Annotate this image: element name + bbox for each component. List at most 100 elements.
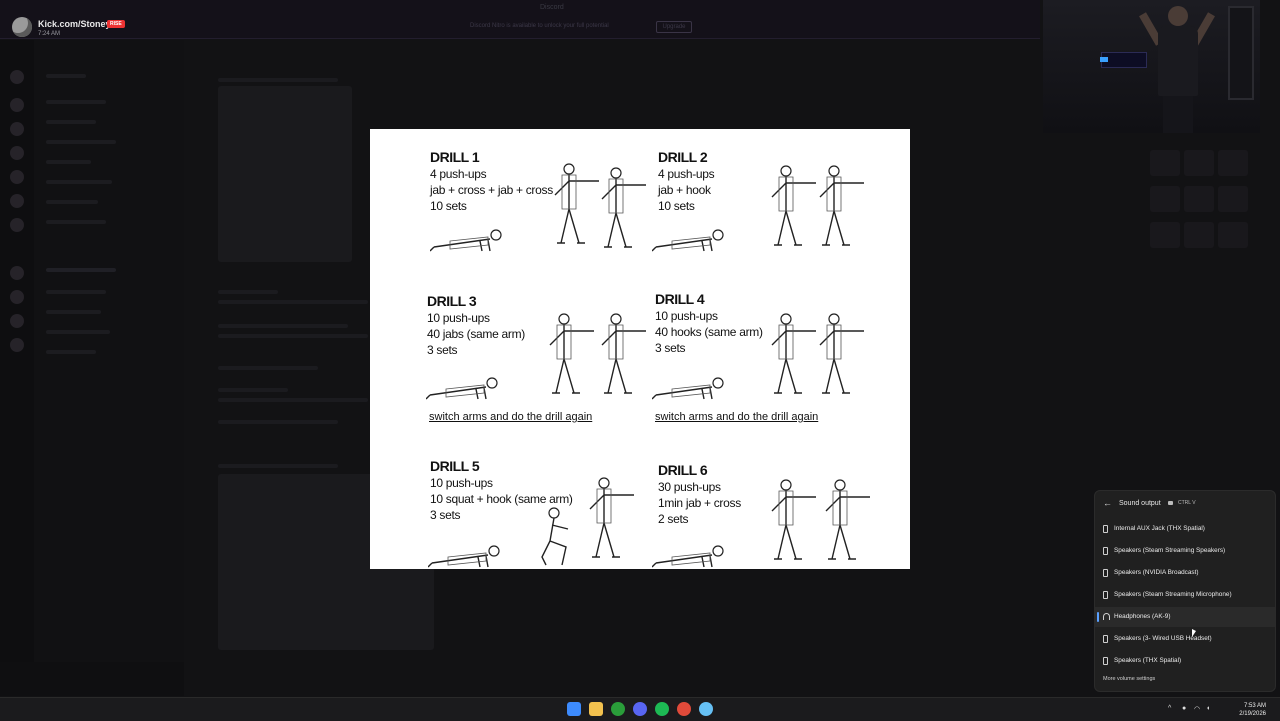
server-icon[interactable] xyxy=(10,314,24,328)
pushup-figure xyxy=(430,229,502,252)
boxer-figure xyxy=(601,313,647,394)
chat-message-line xyxy=(218,300,368,304)
drill-note: switch arms and do the drill again xyxy=(655,411,819,423)
speaker-icon xyxy=(1103,569,1108,577)
panel-tile[interactable] xyxy=(1218,222,1248,248)
chat-message-line xyxy=(218,464,338,468)
boxer-figure xyxy=(825,479,871,560)
live-badge: RISE xyxy=(107,20,125,28)
channel-item[interactable] xyxy=(46,140,116,144)
audio-device-item[interactable]: Speakers (THX Spatial) xyxy=(1095,651,1275,671)
panel-tile[interactable] xyxy=(1150,150,1180,176)
panel-tile[interactable] xyxy=(1150,186,1180,212)
panel-tile[interactable] xyxy=(1184,222,1214,248)
discord-icon[interactable] xyxy=(633,702,647,716)
server-icon[interactable] xyxy=(10,266,24,280)
drill-line: 10 push-ups xyxy=(655,309,718,323)
panel-tile[interactable] xyxy=(1184,150,1214,176)
chrome-icon[interactable] xyxy=(677,702,691,716)
nitro-banner-button[interactable]: Upgrade xyxy=(656,21,692,33)
topbar-app-title: Discord xyxy=(540,4,564,11)
channel-item[interactable] xyxy=(46,180,112,184)
server-icon[interactable] xyxy=(10,194,24,208)
panel-tile[interactable] xyxy=(1150,222,1180,248)
channel-item[interactable] xyxy=(46,200,98,204)
channel-item[interactable] xyxy=(46,310,101,314)
system-tray: ^ ● ◠ ◖ 7:53 AM 2/19/2026 xyxy=(1164,701,1274,719)
channel-item[interactable] xyxy=(46,330,110,334)
channel-item[interactable] xyxy=(46,120,96,124)
clock-date[interactable]: 2/19/2026 xyxy=(1239,711,1266,717)
steam-icon[interactable] xyxy=(699,702,713,716)
drill-card-6: DRILL 6 30 push-ups 1min jab + cross 2 s… xyxy=(658,462,741,527)
server-icon[interactable] xyxy=(10,122,24,136)
server-icon[interactable] xyxy=(10,98,24,112)
file-explorer-icon[interactable] xyxy=(589,702,603,716)
channel-item[interactable] xyxy=(46,160,91,164)
sound-output-flyout: ← Sound output CTRL V Internal AUX Jack … xyxy=(1094,490,1276,692)
server-icon[interactable] xyxy=(10,170,24,184)
panel-tile[interactable] xyxy=(1218,186,1248,212)
channel-item[interactable] xyxy=(46,100,106,104)
audio-device-item[interactable]: Internal AUX Jack (THX Spatial) xyxy=(1095,519,1275,539)
back-arrow-icon[interactable]: ← xyxy=(1103,498,1112,508)
webcam-person-legs xyxy=(1163,96,1193,133)
panel-tile[interactable] xyxy=(1184,186,1214,212)
drill-card-3: DRILL 3 10 push-ups 40 jabs (same arm) 3… xyxy=(427,293,525,358)
chat-image-attachment[interactable] xyxy=(218,86,352,262)
more-volume-settings-link[interactable]: More volume settings xyxy=(1103,676,1155,682)
boxer-figure xyxy=(589,477,635,558)
drill-line: 10 push-ups xyxy=(427,311,490,325)
drill-title: DRILL 1 xyxy=(430,149,480,165)
keyboard-shortcut: CTRL V xyxy=(1178,500,1196,506)
server-icon[interactable] xyxy=(10,218,24,232)
panel-tile[interactable] xyxy=(1218,150,1248,176)
wifi-icon[interactable]: ◠ xyxy=(1194,705,1200,713)
monitor-icon xyxy=(1168,501,1173,505)
audio-device-item[interactable]: Speakers (3- Wired USB Headset) xyxy=(1095,629,1275,649)
xbox-icon[interactable] xyxy=(611,702,625,716)
stream-title: Kick.com/Stoney... xyxy=(38,19,118,29)
drill-title: DRILL 4 xyxy=(655,291,705,307)
spotify-icon[interactable] xyxy=(655,702,669,716)
user-panel xyxy=(0,662,184,696)
server-icon[interactable] xyxy=(10,70,24,84)
drill-line: 40 jabs (same arm) xyxy=(427,327,525,341)
audio-device-label: Internal AUX Jack (THX Spatial) xyxy=(1114,525,1205,532)
drill-title: DRILL 5 xyxy=(430,458,480,474)
drill-line: 10 push-ups xyxy=(430,476,493,490)
show-hidden-icons-chevron-icon[interactable]: ^ xyxy=(1168,705,1171,712)
channel-item[interactable] xyxy=(46,220,106,224)
boxer-figure xyxy=(771,479,817,560)
windows-start-icon[interactable] xyxy=(567,702,581,716)
drill-title: DRILL 6 xyxy=(658,462,708,478)
volume-icon[interactable]: ◖ xyxy=(1206,705,1210,712)
webcam-person-head xyxy=(1168,6,1188,26)
channel-item[interactable] xyxy=(46,350,96,354)
speaker-icon xyxy=(1103,547,1108,555)
chat-message-line xyxy=(218,324,348,328)
clock-time[interactable]: 7:53 AM xyxy=(1244,703,1266,709)
speaker-icon xyxy=(1103,525,1108,533)
image-viewer[interactable]: DRILL 1 4 push-ups jab + cross + jab + c… xyxy=(370,129,910,569)
channel-item-active[interactable] xyxy=(46,268,116,272)
webcam-monitor-glow xyxy=(1100,57,1108,62)
server-icon[interactable] xyxy=(10,146,24,160)
audio-device-item[interactable]: Speakers (Steam Streaming Microphone) xyxy=(1095,585,1275,605)
server-icon[interactable] xyxy=(10,290,24,304)
audio-device-item[interactable]: Speakers (NVIDIA Broadcast) xyxy=(1095,563,1275,583)
server-icon[interactable] xyxy=(10,338,24,352)
audio-device-item-selected[interactable]: Headphones (AK-9) xyxy=(1095,607,1275,627)
audio-device-label: Speakers (NVIDIA Broadcast) xyxy=(1114,569,1199,576)
channel-item[interactable] xyxy=(46,74,86,78)
microphone-icon[interactable]: ● xyxy=(1182,705,1186,712)
chat-message-line xyxy=(218,366,318,370)
speaker-icon xyxy=(1103,657,1108,665)
audio-device-item[interactable]: Speakers (Steam Streaming Speakers) xyxy=(1095,541,1275,561)
drill-line: 2 sets xyxy=(658,512,689,526)
drill-line: 10 sets xyxy=(430,199,467,213)
webcam-wall-frame xyxy=(1228,6,1254,100)
drill-line: jab + hook xyxy=(658,183,711,197)
channel-item[interactable] xyxy=(46,290,106,294)
channel-list xyxy=(34,40,184,680)
